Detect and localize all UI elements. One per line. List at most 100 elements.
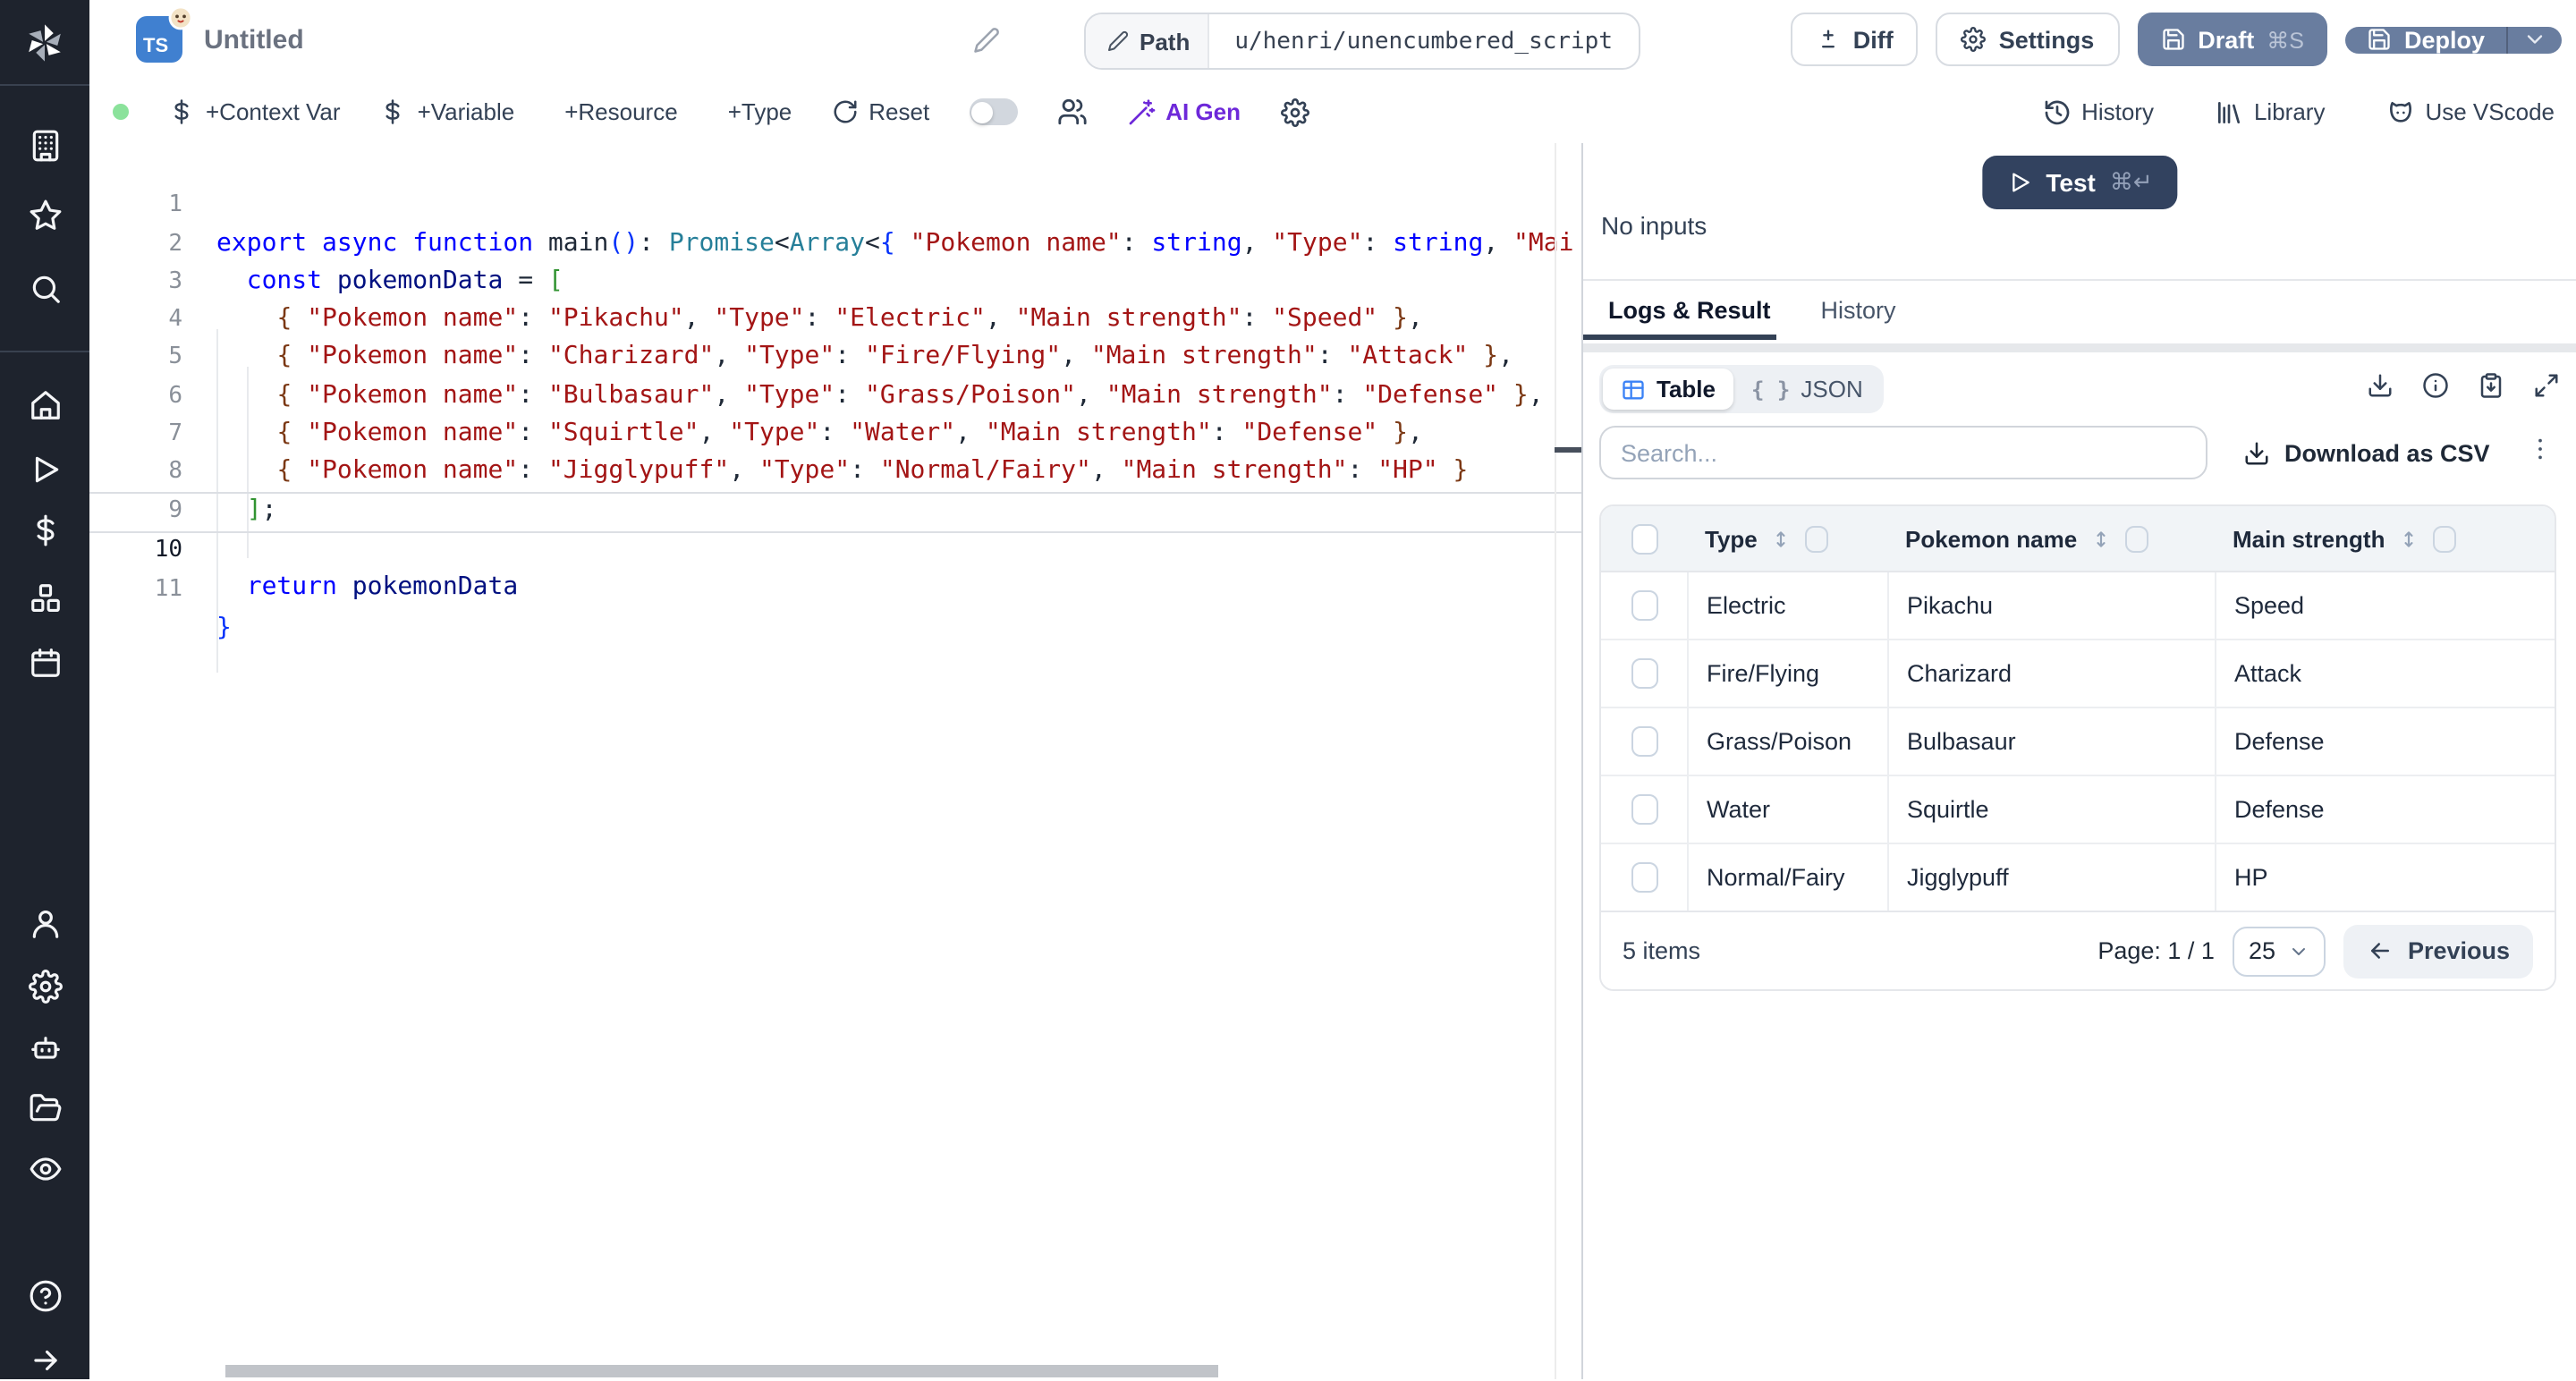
column-header-pokemon-name[interactable]: Pokemon name: [1887, 506, 2215, 571]
table-cell: Bulbasaur: [1887, 708, 2215, 775]
sidebar-arrowRight-icon[interactable]: [0, 1338, 89, 1381]
multiplayer-button[interactable]: [1056, 97, 1087, 127]
windmill-logo[interactable]: [21, 20, 68, 66]
code-line-1: 1 export async function main(): Promise<…: [89, 148, 1581, 187]
table-cell: Defense: [2215, 708, 2555, 775]
sidebar-home-icon[interactable]: [0, 383, 89, 426]
code-line-3: 3 { "Pokemon name": "Pikachu", "Type": "…: [89, 225, 1581, 263]
code-line-5: 5 { "Pokemon name": "Bulbasaur", "Type":…: [89, 301, 1581, 339]
sidebar-play-icon[interactable]: [0, 447, 89, 490]
sort-icon[interactable]: [2397, 527, 2420, 550]
sidebar-folder-icon[interactable]: [0, 1086, 89, 1129]
sidebar: [0, 0, 89, 1379]
sidebar-help-icon[interactable]: [0, 1274, 89, 1317]
toolbar-library-button[interactable]: Library: [2215, 97, 2326, 126]
code-line-11: 11 }: [89, 533, 1581, 572]
gear-icon: [1280, 97, 1309, 126]
draft-shortcut: ⌘S: [2267, 26, 2304, 53]
download-csv-button[interactable]: Download as CSV: [2243, 429, 2490, 476]
test-button[interactable]: Test ⌘↵: [1981, 156, 2177, 209]
table-footer: 5 items Page: 1 / 1 25 Previous: [1601, 912, 2555, 989]
ai-gen-button[interactable]: AI Gen: [1126, 97, 1241, 126]
table-header-row: Type Pokemon name Main strength: [1601, 506, 2555, 572]
code-line-4: 4 { "Pokemon name": "Charizard", "Type":…: [89, 263, 1581, 301]
sidebar-search-icon[interactable]: [0, 267, 89, 309]
toolbar-contextvar-button[interactable]: +Context Var: [168, 98, 341, 125]
settings-button[interactable]: Settings: [1936, 13, 2120, 66]
status-dot: [113, 104, 129, 120]
save-icon: [2160, 27, 2185, 52]
code-editor[interactable]: 1 export async function main(): Promise<…: [89, 143, 1581, 1379]
path-field[interactable]: Path u/henri/unencumbered_script: [1084, 13, 1640, 70]
table-row[interactable]: WaterSquirtleDefense: [1601, 776, 2555, 844]
download-icon[interactable]: [2367, 372, 2394, 399]
row-checkbox[interactable]: [1631, 862, 1657, 893]
toolbar-resource-button[interactable]: +Resource: [554, 98, 677, 125]
draft-button[interactable]: Draft ⌘S: [2137, 13, 2327, 66]
column-header-type[interactable]: Type: [1687, 506, 1887, 571]
select-all-checkbox[interactable]: [1631, 523, 1657, 554]
cat-icon: [2385, 97, 2414, 126]
sidebar-calendar-icon[interactable]: [0, 640, 89, 683]
sidebar-bot-icon[interactable]: [0, 1025, 89, 1068]
clipboard-icon[interactable]: [2478, 372, 2504, 399]
wand-sparkles-icon: [1126, 97, 1155, 126]
code-line-8: 8 ];: [89, 415, 1581, 453]
deploy-dropdown-button[interactable]: [2506, 26, 2562, 53]
toolbar-type-button[interactable]: +Type: [717, 98, 792, 125]
bun-runtime-icon: [168, 5, 193, 30]
edit-title-pencil-icon[interactable]: [973, 27, 1000, 54]
row-checkbox[interactable]: [1631, 726, 1657, 757]
tab-logs-result[interactable]: Logs & Result: [1583, 281, 1796, 340]
sort-icon[interactable]: [2089, 527, 2113, 550]
table-cell: Defense: [2215, 776, 2555, 843]
sidebar-boxes-icon[interactable]: [0, 576, 89, 619]
horizontal-scrollbar[interactable]: [225, 1365, 1218, 1377]
toolbar-reset-button[interactable]: Reset: [831, 98, 929, 125]
code-line-10: 10 return pokemonData: [89, 491, 1581, 533]
editor-settings-button[interactable]: [1280, 97, 1309, 126]
table-row[interactable]: Fire/FlyingCharizardAttack: [1601, 640, 2555, 708]
previous-page-button[interactable]: Previous: [2343, 924, 2533, 978]
panel-resizer[interactable]: [1583, 343, 2576, 352]
row-checkbox[interactable]: [1631, 590, 1657, 621]
run-result-panel: Test ⌘↵ No inputs Logs & Result History …: [1581, 143, 2576, 1379]
path-label-segment: Path: [1086, 14, 1209, 68]
table-row[interactable]: Normal/FairyJigglypuffHP: [1601, 844, 2555, 912]
view-toggle-json[interactable]: { } JSON: [1733, 369, 1881, 410]
page-size-select[interactable]: 25: [2233, 926, 2326, 976]
table-cell: Speed: [2215, 572, 2555, 639]
path-value: u/henri/unencumbered_script: [1209, 14, 1638, 68]
table-row[interactable]: ElectricPikachuSpeed: [1601, 572, 2555, 640]
tab-history[interactable]: History: [1796, 281, 1921, 340]
script-language-badge[interactable]: TS: [136, 16, 184, 64]
row-checkbox[interactable]: [1631, 794, 1657, 825]
toolbar-use-vscode-button[interactable]: Use VScode: [2385, 97, 2555, 126]
toolbar-history-button[interactable]: History: [2042, 97, 2154, 126]
view-toggle-table[interactable]: Table: [1603, 369, 1733, 410]
sidebar-star-icon[interactable]: [0, 193, 89, 236]
sidebar-building-icon[interactable]: [0, 123, 89, 166]
sidebar-divider: [0, 84, 89, 86]
sidebar-user-icon[interactable]: [0, 902, 89, 945]
more-options-kebab[interactable]: [2526, 435, 2555, 463]
chevron-down-icon: [2288, 940, 2309, 962]
column-pin-toggle[interactable]: [2433, 525, 2456, 552]
no-inputs-label: No inputs: [1601, 211, 1707, 240]
row-checkbox[interactable]: [1631, 658, 1657, 689]
sidebar-gear-icon[interactable]: [0, 964, 89, 1007]
column-header-main-strength[interactable]: Main strength: [2215, 506, 2555, 571]
diff-button[interactable]: Diff: [1791, 13, 1919, 66]
table-search-input[interactable]: Search...: [1599, 426, 2207, 479]
assistant-toggle[interactable]: [969, 98, 1017, 125]
sidebar-eye-icon[interactable]: [0, 1147, 89, 1190]
sort-icon[interactable]: [1770, 527, 1793, 550]
deploy-button[interactable]: Deploy: [2345, 26, 2506, 53]
table-row[interactable]: Grass/PoisonBulbasaurDefense: [1601, 708, 2555, 776]
sidebar-dollar-icon[interactable]: [0, 508, 89, 551]
info-icon[interactable]: [2422, 372, 2449, 399]
maximize-icon[interactable]: [2533, 372, 2560, 399]
column-pin-toggle[interactable]: [1806, 525, 1829, 552]
toolbar-variable-button[interactable]: +Variable: [380, 98, 515, 125]
column-pin-toggle[interactable]: [2125, 525, 2148, 552]
